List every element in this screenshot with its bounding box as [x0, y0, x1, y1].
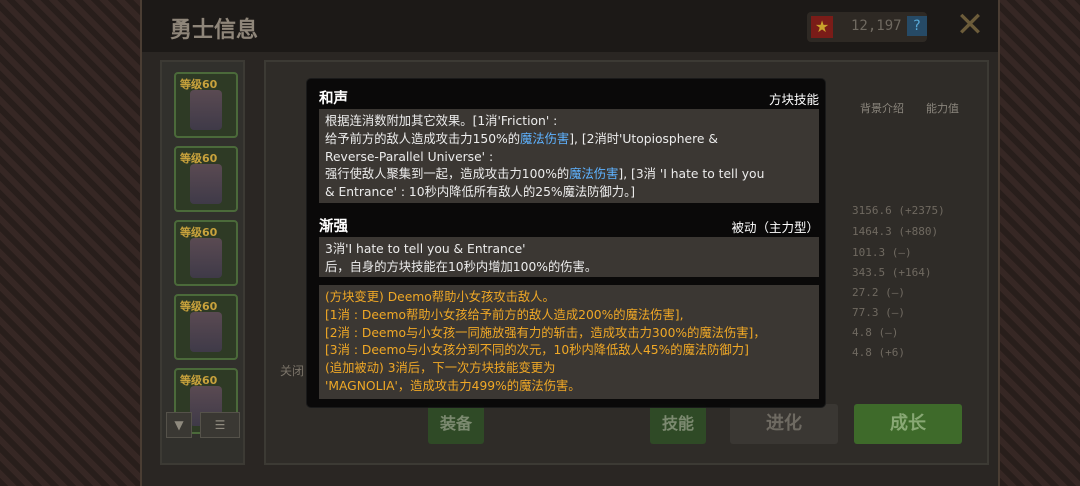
help-icon[interactable]: ?: [907, 16, 927, 36]
hero-card[interactable]: 等级60: [174, 146, 238, 212]
hero-portrait: [190, 238, 222, 278]
list-menu-icon[interactable]: ☰: [200, 412, 240, 438]
skill2-title: 渐强: [319, 219, 348, 235]
stat-value: 4.8 (–): [852, 326, 899, 339]
evolved-line: [2消 : Deemo与小女孩一同施放强有力的斩击，造成攻击力300%的魔法伤害…: [325, 325, 766, 340]
stat-value: 101.3 (–): [852, 246, 912, 259]
skill1-description: 根据连消数附加其它效果。[1消'Friction' : 给予前方的敌人造成攻击力1…: [319, 109, 819, 203]
grow-button[interactable]: 成长: [854, 404, 962, 444]
hero-card[interactable]: 等级60: [174, 294, 238, 360]
top-bar: 勇士信息 ★ 12,197 ? ✕: [142, 0, 998, 52]
skill1-header: 和声 方块技能: [319, 85, 819, 109]
evolved-line: (追加被动) 3消后，下一次方块技能变更为: [325, 361, 556, 376]
skill2-description: 3消'I hate to tell you & Entrance' 后，自身的方…: [319, 237, 819, 277]
stat-value: 77.3 (–): [852, 306, 905, 319]
skill1-text: Reverse-Parallel Universe' :: [325, 149, 494, 164]
evolved-line: 'MAGNOLIA'，造成攻击力499%的魔法伤害。: [325, 378, 581, 393]
skill1-line: 给予前方的敌人造成攻击力150%的魔法伤害], [2消时'Utopiospher…: [325, 131, 813, 149]
page-title: 勇士信息: [170, 18, 259, 43]
hero-portrait: [190, 312, 222, 352]
evolved-line: [1消 : Deemo帮助小女孩给予前方的敌人造成200%的魔法伤害],: [325, 307, 684, 322]
scroll-down-button[interactable]: ▼: [166, 412, 192, 438]
skill1-line: & Entrance' : 10秒内降低所有敌人的25%魔法防御力。]: [325, 184, 813, 202]
hero-portrait: [190, 90, 222, 130]
skill1-line: 强行使敌人聚集到一起，造成攻击力100%的魔法伤害], [3消 'I hate …: [325, 166, 813, 184]
evolved-skill-description: (方块变更) Deemo帮助小女孩攻击敌人。 [1消 : Deemo帮助小女孩给…: [319, 285, 819, 399]
close-button[interactable]: ✕: [952, 8, 988, 44]
skill1-line: 根据连消数附加其它效果。[1消'Friction' :: [325, 113, 813, 131]
skill1-text: ], [2消时'Utopiosphere &: [569, 131, 718, 146]
skill2-line: 后，自身的方块技能在10秒内增加100%的伤害。: [325, 259, 598, 274]
currency-value: 12,197: [851, 18, 902, 34]
stat-value: 4.8 (+6): [852, 346, 905, 359]
skill1-text: 根据连消数附加其它效果。[1消'Friction' :: [325, 114, 558, 128]
stat-value: 343.5 (+164): [852, 266, 932, 279]
tab-profile[interactable]: 背景介绍: [860, 100, 920, 116]
star-medal-icon: ★: [811, 16, 833, 38]
skill2-tag: 被动（主力型）: [731, 220, 819, 235]
evolve-button[interactable]: 进化: [730, 404, 838, 444]
skill1-text: 给予前方的敌人造成攻击力150%的: [325, 131, 521, 146]
skill2-header: 渐强 被动（主力型）: [319, 213, 819, 237]
currency-box: ★ 12,197 ?: [807, 12, 927, 42]
left-border-pattern: [0, 0, 140, 486]
hero-card[interactable]: 等级60: [174, 220, 238, 286]
stat-value: 3156.6 (+2375): [852, 204, 945, 217]
hero-list: 等级60 等级60 等级60 等级60 等级60: [160, 60, 245, 465]
equip-button[interactable]: 装备: [428, 404, 484, 444]
hero-card[interactable]: 等级60: [174, 72, 238, 138]
evolved-line: (方块变更) Deemo帮助小女孩攻击敌人。: [325, 290, 555, 304]
evolved-line: [3消 : Deemo与小女孩分到不同的次元，10秒内降低敌人45%的魔法防御力…: [325, 343, 749, 358]
skill-button[interactable]: 技能: [650, 404, 706, 444]
skill2-line: 3消'I hate to tell you & Entrance': [325, 242, 526, 256]
list-scroll-controls: ▼ ☰: [166, 412, 246, 442]
skill1-text: ], [3消 'I hate to tell you: [618, 167, 765, 182]
hero-portrait: [190, 164, 222, 204]
skill1-line: Reverse-Parallel Universe' :: [325, 149, 813, 167]
magic-damage-keyword: 魔法伤害: [569, 167, 619, 182]
skill1-text: 强行使敌人聚集到一起，造成攻击力100%的: [325, 167, 570, 182]
stat-value: 27.2 (–): [852, 286, 905, 299]
skill1-tag: 方块技能: [768, 92, 819, 107]
close-label[interactable]: 关闭: [280, 362, 304, 379]
skill1-text: & Entrance' : 10秒内降低所有敌人的25%魔法防御力。]: [325, 185, 636, 200]
skill1-title: 和声: [319, 91, 348, 107]
stat-value: 1464.3 (+880): [852, 225, 939, 238]
tab-stats[interactable]: 能力值: [926, 100, 976, 116]
magic-damage-keyword: 魔法伤害: [520, 131, 570, 146]
right-border-pattern: [1000, 0, 1080, 486]
skill-tooltip: 和声 方块技能 根据连消数附加其它效果。[1消'Friction' : 给予前方的…: [306, 78, 826, 408]
